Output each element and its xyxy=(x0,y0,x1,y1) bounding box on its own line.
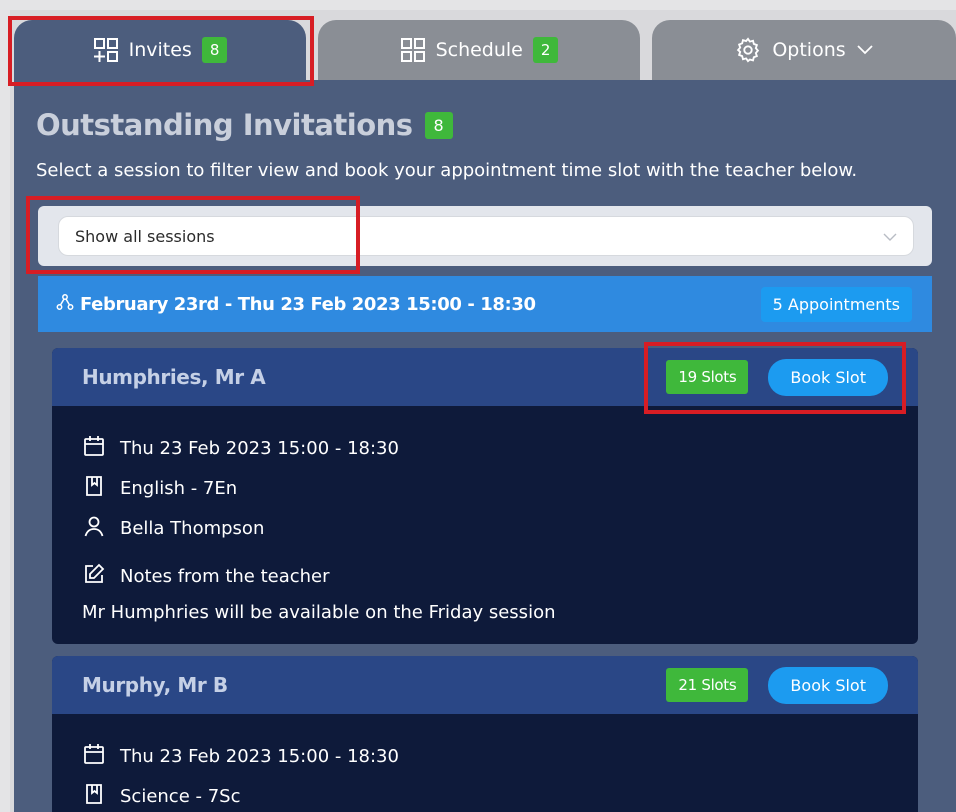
user-icon xyxy=(82,514,106,543)
slots-badge: 21 Slots xyxy=(666,668,749,702)
book-slot-button[interactable]: Book Slot xyxy=(768,358,888,396)
tab-options-label: Options xyxy=(772,39,846,61)
schedule-count-badge: 2 xyxy=(532,37,559,63)
page-title: Outstanding Invitations 8 xyxy=(36,108,453,142)
teacher-name: Murphy, Mr B xyxy=(82,673,228,697)
grid-icon xyxy=(400,37,426,63)
appointment-subject: Science - 7Sc xyxy=(82,776,888,812)
tab-invites-label: Invites xyxy=(128,39,192,61)
chevron-down-icon xyxy=(856,44,874,56)
tab-options[interactable]: Options xyxy=(652,20,956,80)
tab-schedule-label: Schedule xyxy=(435,39,523,61)
session-title: February 23rd - Thu 23 Feb 2023 15:00 - … xyxy=(56,293,536,316)
appointment-subject: English - 7En xyxy=(82,468,888,508)
teacher-notes-text: Mr Humphries will be available on the Fr… xyxy=(82,602,556,623)
invites-count-badge: 8 xyxy=(201,37,228,63)
network-icon xyxy=(56,293,74,316)
edit-note-icon xyxy=(82,562,106,591)
session-header[interactable]: February 23rd - Thu 23 Feb 2023 15:00 - … xyxy=(38,276,932,332)
session-filter-container: Show all sessions xyxy=(38,206,932,266)
teacher-notes-label: Notes from the teacher xyxy=(82,556,888,596)
book-slot-button[interactable]: Book Slot xyxy=(768,666,888,704)
tab-schedule[interactable]: Schedule 2 xyxy=(318,20,640,80)
invitations-count-badge: 8 xyxy=(424,111,453,139)
book-icon xyxy=(82,782,106,811)
appointment-student: Bella Thompson xyxy=(82,508,888,548)
teacher-card-header: Humphries, Mr A 19 Slots Book Slot xyxy=(52,348,918,406)
appointment-datetime: Thu 23 Feb 2023 15:00 - 18:30 xyxy=(82,736,888,776)
session-filter-select[interactable]: Show all sessions xyxy=(58,216,914,256)
appointments-badge: 5 Appointments xyxy=(760,286,912,322)
slots-badge: 19 Slots xyxy=(666,360,749,394)
chevron-down-icon xyxy=(883,227,897,246)
session-filter-value: Show all sessions xyxy=(75,226,215,246)
page-subtitle: Select a session to filter view and book… xyxy=(36,160,858,181)
teacher-card: Humphries, Mr A 19 Slots Book Slot Thu 2… xyxy=(52,348,918,644)
calendar-icon xyxy=(82,434,106,463)
appointment-datetime: Thu 23 Feb 2023 15:00 - 18:30 xyxy=(82,428,888,468)
book-icon xyxy=(82,474,106,503)
tab-invites[interactable]: Invites 8 xyxy=(14,20,306,80)
grid-plus-icon xyxy=(93,37,119,63)
calendar-icon xyxy=(82,742,106,771)
teacher-card-header: Murphy, Mr B 21 Slots Book Slot xyxy=(52,656,918,714)
teacher-name: Humphries, Mr A xyxy=(82,365,266,389)
gear-icon xyxy=(734,36,762,64)
teacher-card: Murphy, Mr B 21 Slots Book Slot Thu 23 F… xyxy=(52,656,918,812)
